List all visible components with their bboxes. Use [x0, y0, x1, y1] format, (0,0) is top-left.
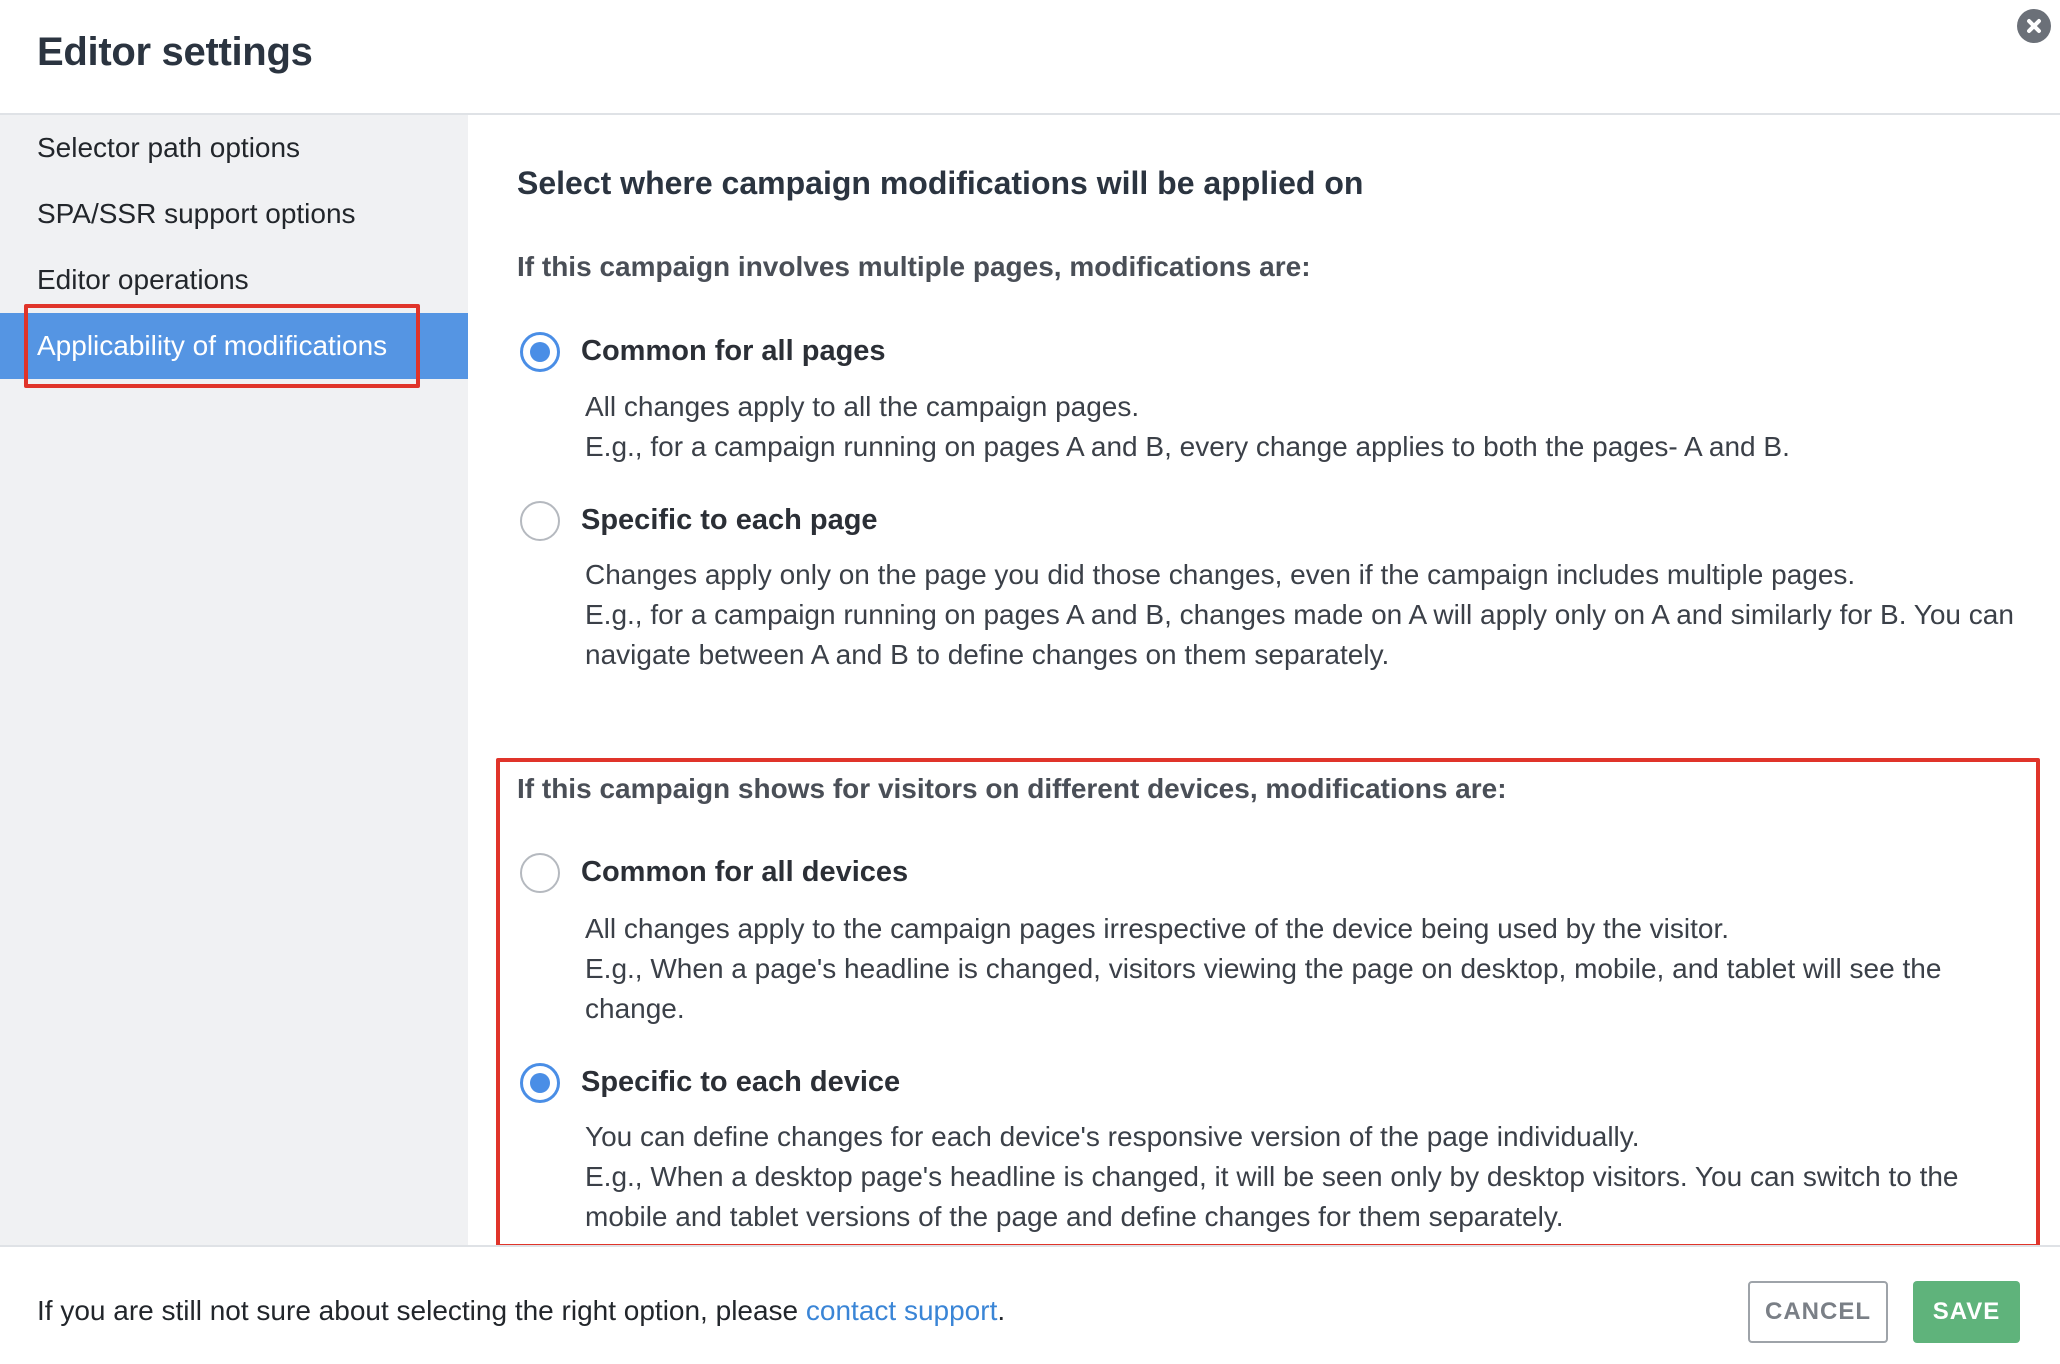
cancel-button[interactable]: CANCEL: [1748, 1281, 1888, 1343]
desc-common-for-all-pages: All changes apply to all the campaign pa…: [585, 387, 2025, 467]
radio-specific-to-each-device[interactable]: [520, 1063, 560, 1103]
contact-support-link[interactable]: contact support: [806, 1295, 997, 1326]
sidebar: Selector path options SPA/SSR support op…: [0, 115, 468, 1245]
dialog-footer: If you are still not sure about selectin…: [0, 1245, 2060, 1364]
sidebar-item-selector-path-options[interactable]: Selector path options: [0, 115, 468, 181]
label-common-for-all-devices[interactable]: Common for all devices: [581, 856, 908, 889]
settings-content: Select where campaign modifications will…: [468, 115, 2060, 1245]
help-text: If you are still not sure about selectin…: [37, 1295, 1005, 1327]
label-common-for-all-pages[interactable]: Common for all pages: [581, 335, 886, 368]
pages-question: If this campaign involves multiple pages…: [517, 251, 1311, 282]
desc-specific-to-each-page: Changes apply only on the page you did t…: [585, 555, 2025, 675]
save-button[interactable]: SAVE: [1913, 1281, 2020, 1343]
desc-line: Changes apply only on the page you did t…: [585, 559, 1856, 590]
desc-line: E.g., for a campaign running on pages A …: [585, 599, 2014, 670]
section-title: Select where campaign modifications will…: [517, 165, 1364, 201]
desc-line: E.g., When a page's headline is changed,…: [585, 953, 1942, 1024]
label-specific-to-each-page[interactable]: Specific to each page: [581, 504, 878, 537]
desc-common-for-all-devices: All changes apply to the campaign pages …: [585, 909, 2025, 1029]
desc-line: You can define changes for each device's…: [585, 1121, 1640, 1152]
radio-common-for-all-pages[interactable]: [520, 332, 560, 372]
desc-line: E.g., When a desktop page's headline is …: [585, 1161, 1959, 1232]
help-text-before: If you are still not sure about selectin…: [37, 1295, 806, 1326]
desc-line: E.g., for a campaign running on pages A …: [585, 431, 1790, 462]
devices-question: If this campaign shows for visitors on d…: [517, 773, 1507, 804]
desc-line: All changes apply to the campaign pages …: [585, 913, 1730, 944]
help-text-after: .: [997, 1295, 1006, 1326]
sidebar-item-spa-ssr-support-options[interactable]: SPA/SSR support options: [0, 181, 468, 247]
sidebar-item-editor-operations[interactable]: Editor operations: [0, 247, 468, 313]
dialog-title: Editor settings: [37, 30, 313, 74]
desc-specific-to-each-device: You can define changes for each device's…: [585, 1117, 2025, 1237]
desc-line: All changes apply to all the campaign pa…: [585, 391, 1140, 422]
label-specific-to-each-device[interactable]: Specific to each device: [581, 1066, 900, 1099]
dialog-header: Editor settings: [0, 0, 2060, 115]
radio-specific-to-each-page[interactable]: [520, 501, 560, 541]
radio-common-for-all-devices[interactable]: [520, 853, 560, 893]
close-icon[interactable]: [2017, 9, 2051, 43]
sidebar-item-applicability-of-modifications[interactable]: Applicability of modifications: [0, 313, 468, 379]
